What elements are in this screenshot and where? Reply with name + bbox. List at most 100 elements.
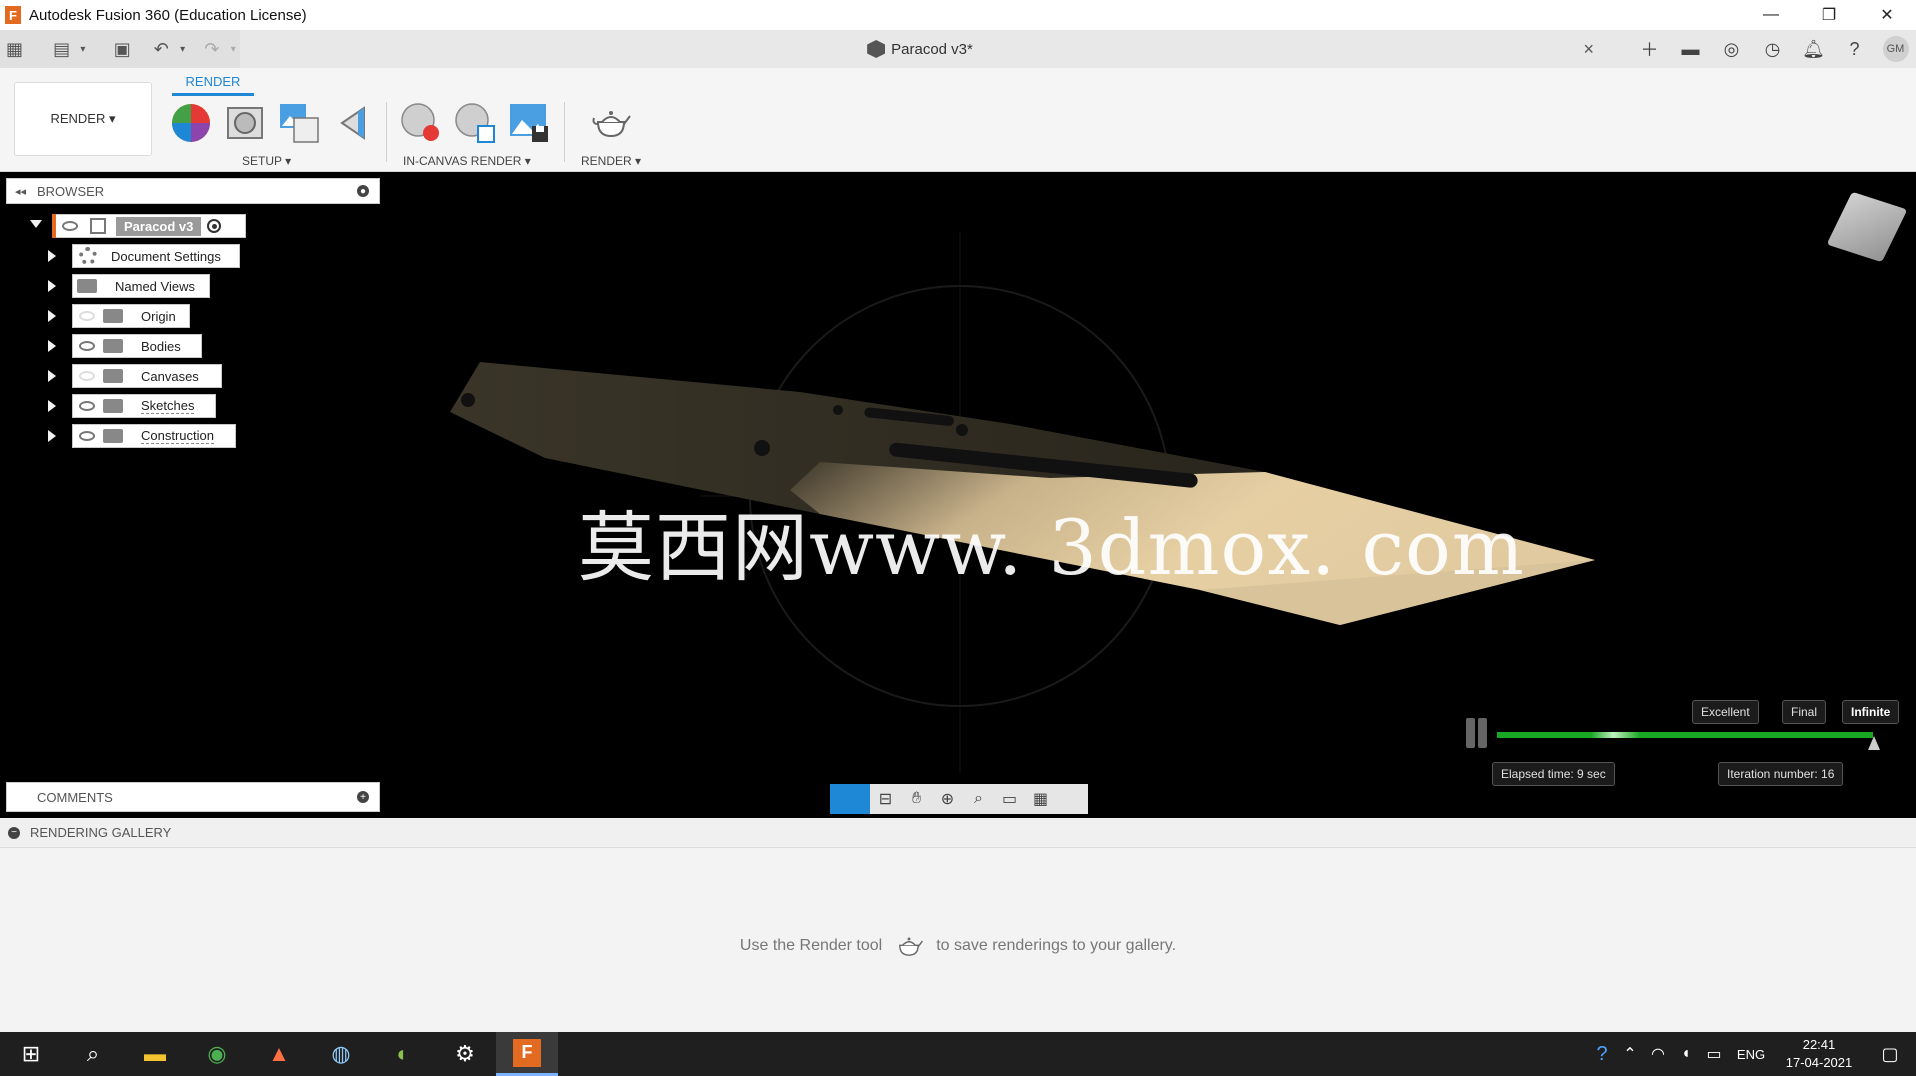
steam-icon[interactable]: ◍ [310, 1032, 372, 1076]
app-icon[interactable]: ◐ [372, 1032, 434, 1076]
notification-bell-icon[interactable]: 🔔︎ [1793, 30, 1834, 68]
chrome-icon[interactable]: ◉ [186, 1032, 248, 1076]
clock-icon[interactable]: ◷ [1752, 30, 1793, 68]
in-canvas-render-icon[interactable] [400, 102, 442, 144]
expand-arrow-icon[interactable] [48, 400, 56, 412]
rendering-gallery-header[interactable]: − RENDERING GALLERY [0, 818, 1916, 848]
visibility-eye-icon[interactable] [79, 401, 95, 411]
volume-icon[interactable]: ◖ [1672, 1045, 1700, 1063]
visibility-eye-icon[interactable] [79, 311, 95, 321]
tree-root-item[interactable]: Paracod v3 [52, 214, 246, 238]
show-hidden-icons-chevron-icon[interactable]: ⌃ [1616, 1044, 1644, 1064]
render-progress-fill [1497, 732, 1873, 738]
user-account-button[interactable]: GM [1875, 30, 1916, 68]
quality-slider-handle[interactable] [1868, 736, 1880, 750]
expand-arrow-icon[interactable] [48, 370, 56, 382]
expand-arrow-icon[interactable] [48, 340, 56, 352]
data-panel-grid-icon[interactable]: ▦ [0, 34, 29, 64]
visibility-eye-icon[interactable] [79, 431, 95, 441]
browser-pin-icon[interactable]: ● [357, 185, 369, 197]
group-label-render[interactable]: RENDER ▾ [581, 154, 641, 168]
tree-item-label: Origin [141, 308, 176, 324]
expand-arrow-icon[interactable] [48, 280, 56, 292]
file-dropdown-icon[interactable]: ▾ [76, 34, 90, 64]
group-label-in-canvas-render[interactable]: IN-CANVAS RENDER ▾ [403, 154, 531, 168]
texture-map-controls-icon[interactable] [278, 102, 320, 144]
new-tab-plus-icon[interactable]: ＋ [1629, 30, 1670, 68]
expand-arrow-icon[interactable] [30, 220, 42, 228]
redo-icon[interactable]: ↷ [197, 34, 226, 64]
tree-item-bodies[interactable]: Bodies [72, 334, 202, 358]
tab-render[interactable]: RENDER [172, 74, 254, 96]
extensions-icon[interactable]: ▬ [1670, 30, 1711, 68]
tree-item-canvases[interactable]: Canvases [72, 364, 222, 388]
grid-settings-icon[interactable]: ▦ [1025, 784, 1056, 814]
render-teapot-icon[interactable] [590, 102, 632, 144]
wifi-icon[interactable]: ◠ [1644, 1044, 1672, 1064]
windows-start-icon[interactable]: ⊞ [0, 1032, 62, 1076]
browser-panel-header[interactable]: ◂◂ BROWSER ● [6, 178, 380, 204]
look-at-icon[interactable]: ⊟ [870, 784, 901, 814]
help-icon[interactable]: ? [1834, 30, 1875, 68]
file-menu-icon[interactable]: ▤ [47, 34, 76, 64]
tree-item-label: Canvases [141, 368, 199, 384]
zoom-icon[interactable]: ⊕ [932, 784, 963, 814]
canvas-viewport[interactable]: 莫西网www. 3dmox. com ◂◂ BROWSER ● Paracod … [0, 172, 1916, 818]
capture-image-icon[interactable] [508, 102, 550, 144]
in-canvas-render-settings-icon[interactable] [454, 102, 496, 144]
gallery-message-start: Use the Render tool [739, 937, 883, 954]
search-icon[interactable]: ⌕ [62, 1032, 124, 1076]
rendering-gallery: Use the Render tool to save renderings t… [0, 848, 1916, 1032]
workspace-switcher[interactable]: RENDER ▾ [14, 82, 152, 156]
collapse-gallery-icon[interactable]: − [8, 826, 20, 839]
fusion-taskbar-button[interactable]: F [496, 1032, 558, 1076]
battery-icon[interactable]: ▭ [1700, 1044, 1728, 1064]
redo-dropdown-icon[interactable]: ▾ [226, 34, 240, 64]
language-indicator[interactable]: ENG [1728, 1047, 1774, 1062]
matlab-icon[interactable]: ▲ [248, 1032, 310, 1076]
save-icon[interactable]: ▣ [108, 34, 137, 64]
action-center-icon[interactable]: ▢ [1864, 1044, 1916, 1065]
folder-icon [103, 369, 123, 383]
group-label-setup[interactable]: SETUP ▾ [242, 154, 291, 168]
expand-arrow-icon[interactable] [48, 250, 56, 262]
appearance-icon[interactable] [170, 102, 212, 144]
visibility-eye-icon[interactable] [79, 341, 95, 351]
tree-item-document-settings[interactable]: Document Settings [72, 244, 240, 268]
quality-excellent-button[interactable]: Excellent [1692, 700, 1759, 724]
tree-item-named-views[interactable]: Named Views [72, 274, 210, 298]
expand-arrow-icon[interactable] [48, 430, 56, 442]
display-settings-icon[interactable]: ▭ [994, 784, 1025, 814]
add-comment-icon[interactable]: + [357, 791, 369, 803]
close-window-button[interactable]: ✕ [1858, 0, 1916, 30]
scene-settings-icon[interactable] [224, 102, 266, 144]
expand-arrow-icon[interactable] [48, 310, 56, 322]
elapsed-time: Elapsed time: 9 sec [1492, 762, 1615, 786]
document-tab[interactable]: Paracod v3* × [240, 30, 1600, 68]
minimize-button[interactable]: — [1742, 0, 1800, 30]
activate-radio-icon[interactable] [207, 219, 222, 233]
undo-dropdown-icon[interactable]: ▾ [176, 34, 190, 64]
tree-item-origin[interactable]: Origin [72, 304, 190, 328]
file-explorer-icon[interactable]: ▬ [124, 1032, 186, 1076]
comments-panel[interactable]: COMMENTS + [6, 782, 380, 812]
pause-render-button[interactable] [1466, 718, 1490, 748]
undo-icon[interactable]: ↶ [147, 34, 176, 64]
job-status-icon[interactable]: ◎ [1711, 30, 1752, 68]
visibility-eye-icon[interactable] [62, 221, 78, 231]
fit-icon[interactable]: ⌕ [963, 784, 994, 814]
help-tray-icon[interactable]: ? [1588, 1043, 1616, 1066]
visibility-eye-icon[interactable] [79, 371, 95, 381]
settings-gear-icon[interactable]: ⚙︎ [434, 1032, 496, 1076]
close-document-button[interactable]: × [1583, 39, 1594, 60]
quality-final-button[interactable]: Final [1782, 700, 1827, 724]
tree-item-construction[interactable]: Construction [72, 424, 236, 448]
quality-infinite-button[interactable]: Infinite [1842, 700, 1900, 724]
maximize-button[interactable]: ❐ [1800, 0, 1858, 30]
collapse-browser-icon[interactable]: ◂◂ [15, 185, 26, 198]
orbit-selection-icon[interactable] [830, 784, 870, 814]
pan-hand-icon[interactable]: ✋︎ [901, 784, 932, 814]
tree-item-sketches[interactable]: Sketches [72, 394, 216, 418]
taskbar-clock[interactable]: 22:41 17-04-2021 [1774, 1036, 1864, 1072]
decal-icon[interactable] [332, 102, 374, 144]
